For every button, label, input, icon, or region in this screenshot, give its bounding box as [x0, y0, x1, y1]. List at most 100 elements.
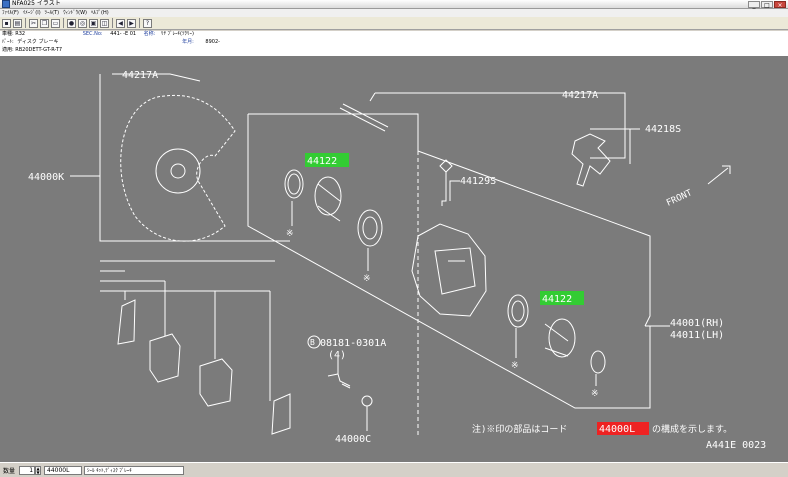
- leader-44217A-right: [375, 92, 626, 159]
- year-value: 8902-: [205, 39, 220, 45]
- brake-pad-left: [149, 333, 181, 383]
- sec-value: 441- -E 01: [110, 31, 137, 37]
- boot-top: [357, 209, 383, 247]
- part-label: ﾊﾟｰﾄ:: [2, 39, 14, 45]
- maximize-button[interactable]: □: [761, 0, 773, 9]
- brake-pad-right: [199, 358, 233, 407]
- seal-ring-bottom: [590, 350, 606, 374]
- mark-boot-bottom: ※: [511, 361, 519, 371]
- zoom-out-icon[interactable]: ◎: [78, 18, 87, 28]
- vehicle-info-panel: 車種: R32 SEC.No: 441- -E 01 名称: ﾘﾔ ﾌﾞﾚｰｷ(…: [0, 31, 788, 57]
- leader-44218S: [590, 128, 640, 164]
- window-title: NFA025 イラスト: [12, 0, 61, 7]
- paste-icon[interactable]: ▭: [51, 18, 60, 28]
- front-label: FRONT: [665, 188, 694, 209]
- front-arrow-icon: [707, 165, 731, 185]
- prev-icon[interactable]: ◀: [116, 18, 125, 28]
- backing-plate-hub: [155, 148, 201, 194]
- find-icon[interactable]: ▣: [89, 18, 98, 28]
- save-icon[interactable]: ▪: [2, 18, 11, 28]
- label-bolt-part: 08181-0301A: [320, 338, 386, 349]
- brake-diagram: 44217A 44000K 44217A 44218S 44129S 44001…: [28, 70, 766, 451]
- seal-ring-top-inner: [287, 173, 301, 195]
- model-label: 車種:: [2, 31, 14, 37]
- app-icon: [2, 0, 10, 8]
- boot-bottom: [507, 294, 529, 328]
- hub-center: [170, 163, 186, 179]
- name-value: ﾘﾔ ﾌﾞﾚｰｷ(ﾂｸﾘｰ): [160, 31, 194, 37]
- menu-window[interactable]: ｳｨﾝﾄﾞｳ(W): [61, 9, 89, 17]
- close-button[interactable]: ×: [774, 0, 786, 9]
- boot-bottom-inner: [511, 300, 525, 322]
- note-code[interactable]: 44000L: [599, 424, 635, 435]
- leader-lines-left: [99, 74, 290, 292]
- apply-label: 適用:: [2, 47, 14, 53]
- label-44129S: 44129S: [460, 176, 496, 187]
- guide-pin: [339, 103, 389, 132]
- washer: [361, 395, 373, 407]
- name-label: 名称:: [143, 31, 156, 37]
- note-prefix: 注)※印の部品はコード: [472, 423, 567, 435]
- zoom-in-icon[interactable]: ●: [67, 18, 76, 28]
- info-row-3: 適用: RB20DETT-GT-R-T7: [2, 47, 62, 54]
- menu-file[interactable]: ﾌｧｲﾙ(F): [0, 9, 21, 17]
- menu-help[interactable]: ﾍﾙﾌﾟ(H): [89, 9, 111, 17]
- toolbar: ▪ ▤ ✂ ❐ ▭ ● ◎ ▣ ◫ ◀ ▶ ?: [0, 17, 788, 30]
- bolt: [327, 373, 351, 389]
- year-label: 年月:: [182, 39, 194, 45]
- fit-icon[interactable]: ◫: [100, 18, 109, 28]
- next-icon[interactable]: ▶: [127, 18, 136, 28]
- menu-bar: ﾌｧｲﾙ(F) ｲﾒｰｼﾞ(I) ﾂｰﾙ(T) ｳｨﾝﾄﾞｳ(W) ﾍﾙﾌﾟ(H…: [0, 9, 788, 17]
- label-44217A-right: 44217A: [562, 90, 598, 101]
- menu-image[interactable]: ｲﾒｰｼﾞ(I): [21, 9, 43, 17]
- part-value: ディスク ブレーキ: [17, 39, 59, 45]
- outline-frame-top: [248, 113, 651, 327]
- caliper-detail: [434, 247, 476, 295]
- toolbar-separator: [25, 18, 26, 28]
- label-44122-top[interactable]: 44122: [307, 156, 337, 167]
- backing-plate: [120, 94, 236, 242]
- help-icon[interactable]: ?: [143, 18, 152, 28]
- note-suffix: の構成を示します。: [652, 423, 732, 435]
- toolbar-separator: [139, 18, 140, 28]
- label-44011: 44011(LH): [670, 330, 724, 341]
- info-row-2: ﾊﾟｰﾄ: ディスク ブレーキ 年月: 8902-: [2, 39, 220, 46]
- mark-seal-top: ※: [286, 229, 294, 239]
- illustration-canvas[interactable]: 44217A 44000K 44217A 44218S 44129S 44001…: [0, 56, 788, 462]
- print-icon[interactable]: ▤: [13, 18, 22, 28]
- label-44122-bottom[interactable]: 44122: [542, 294, 572, 305]
- piston-top: [314, 176, 342, 216]
- shim-left: [117, 299, 136, 345]
- cut-icon[interactable]: ✂: [29, 18, 38, 28]
- boot-top-inner: [362, 216, 378, 240]
- model-value: R32: [15, 31, 26, 37]
- mark-seal-bottom: ※: [591, 389, 599, 399]
- menu-tools[interactable]: ﾂｰﾙ(T): [43, 9, 61, 17]
- anti-rattle-clip: [571, 133, 611, 187]
- label-44218S: 44218S: [645, 124, 681, 135]
- toolbar-separator: [112, 18, 113, 28]
- qty-input[interactable]: 1: [19, 465, 36, 475]
- caliper-body: [411, 223, 487, 317]
- shim-right: [271, 393, 291, 435]
- label-44001: 44001(RH): [670, 318, 724, 329]
- minimize-button[interactable]: _: [748, 0, 760, 9]
- label-44000C: 44000C: [335, 434, 371, 445]
- pin-head: [369, 92, 376, 102]
- illustration-code: A441E 0023: [706, 440, 766, 451]
- piston-bottom-side: [544, 323, 569, 357]
- apply-value: RB20DETT-GT-R-T7: [15, 47, 63, 53]
- label-44000K: 44000K: [28, 172, 64, 183]
- title-bar: NFA025 イラスト _ □ ×: [0, 0, 788, 9]
- status-bar: 数量 1 ▲ ▼ 44000L ｼｰﾙ ｷｯﾄ,ﾃﾞｨｽｸ ﾌﾞﾚｰｷ: [0, 462, 788, 477]
- qty-label: 数量: [3, 467, 16, 475]
- toolbar-separator: [63, 18, 64, 28]
- qty-spinner[interactable]: ▲ ▼: [35, 465, 42, 475]
- leader-44129S: [449, 180, 460, 201]
- sec-label: SEC.No:: [82, 31, 103, 37]
- copy-icon[interactable]: ❐: [40, 18, 49, 28]
- part-name-field[interactable]: ｼｰﾙ ｷｯﾄ,ﾃﾞｨｽｸ ﾌﾞﾚｰｷ: [84, 465, 185, 475]
- bolt-circle-letter: B: [310, 338, 315, 347]
- piston-bottom: [548, 318, 576, 358]
- part-number-field[interactable]: 44000L: [44, 465, 83, 475]
